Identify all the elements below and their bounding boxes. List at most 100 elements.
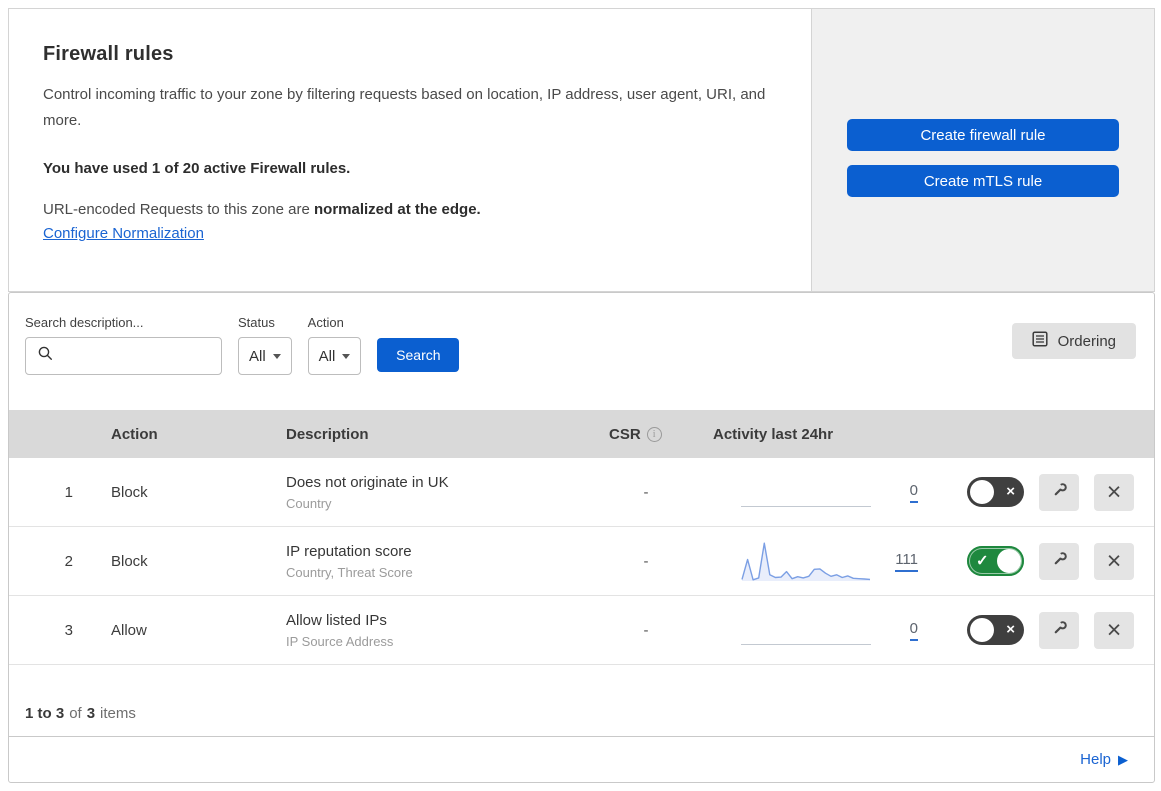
action-dropdown-value: All	[318, 347, 336, 365]
page-description: Control incoming traffic to your zone by…	[43, 86, 766, 130]
delete-rule-button[interactable]: ×	[1094, 542, 1134, 580]
activity-flatline	[741, 643, 871, 645]
edit-rule-button[interactable]	[1039, 542, 1079, 580]
normalization-note: URL-encoded Requests to this zone are no…	[43, 201, 777, 218]
help-arrow-icon: ▶	[1118, 751, 1128, 767]
wrench-icon	[1050, 619, 1069, 641]
sparkline-chart	[741, 542, 871, 581]
table-row: 1 Block Does not originate in UK Country…	[9, 458, 1154, 527]
rule-csr-value: -	[643, 483, 649, 501]
intro-card: Firewall rules Control incoming traffic …	[8, 8, 812, 292]
search-icon	[37, 345, 54, 367]
page-title: Firewall rules	[43, 43, 174, 65]
rule-action: Block	[111, 552, 148, 570]
rule-number: 2	[64, 552, 73, 570]
rule-number: 3	[64, 621, 73, 639]
rule-csr-value: -	[643, 621, 649, 639]
column-description: Description	[286, 425, 369, 443]
range-text: 1 to 3	[25, 705, 65, 722]
close-icon: ×	[1106, 546, 1122, 575]
column-csr-label: CSR	[609, 425, 641, 443]
activity-flatline	[741, 505, 871, 507]
rule-fields: IP Source Address	[286, 633, 394, 649]
info-icon[interactable]: i	[646, 426, 662, 442]
rule-fields: Country, Threat Score	[286, 564, 413, 580]
rule-number: 1	[64, 483, 73, 501]
toggle-knob	[970, 618, 994, 642]
rule-action: Allow	[111, 621, 147, 639]
activity-count-link[interactable]: 111	[895, 551, 918, 572]
rule-controls: × ×	[967, 473, 1154, 511]
rule-title: Allow listed IPs	[286, 611, 387, 629]
wrench-icon	[1050, 481, 1069, 503]
search-input[interactable]	[25, 337, 222, 375]
table-row: 3 Allow Allow listed IPs IP Source Addre…	[9, 596, 1154, 665]
chevron-down-icon	[342, 353, 351, 359]
column-action: Action	[111, 425, 158, 443]
status-dropdown[interactable]: All	[238, 337, 292, 375]
search-group: Search description...	[25, 315, 222, 375]
normalization-bold: normalized at the edge.	[314, 200, 481, 218]
rule-fields: Country	[286, 495, 332, 511]
rule-enable-toggle[interactable]: ✓	[967, 546, 1024, 576]
edit-rule-button[interactable]	[1039, 473, 1079, 511]
delete-rule-button[interactable]: ×	[1094, 473, 1134, 511]
configure-normalization-link[interactable]: Configure Normalization	[43, 225, 204, 242]
create-mtls-rule-button[interactable]: Create mTLS rule	[847, 165, 1119, 197]
status-label: Status	[238, 315, 275, 330]
top-band: Firewall rules Control incoming traffic …	[8, 8, 1155, 292]
rule-enable-toggle[interactable]: ×	[967, 615, 1024, 645]
status-dropdown-value: All	[249, 347, 266, 365]
column-activity: Activity last 24hr	[713, 425, 834, 443]
toggle-knob	[970, 480, 994, 504]
rules-card: Search description... Status All Action …	[8, 292, 1155, 783]
action-label: Action	[307, 315, 344, 330]
delete-rule-button[interactable]: ×	[1094, 611, 1134, 649]
activity-count-link[interactable]: 0	[909, 482, 918, 503]
edit-rule-button[interactable]	[1039, 611, 1079, 649]
activity-sparkline-empty	[741, 478, 871, 507]
action-filter-group: Action All	[307, 315, 362, 375]
normalization-text: URL-encoded Requests to this zone are	[43, 200, 314, 218]
close-icon: ×	[1106, 615, 1122, 644]
rule-title: IP reputation score	[286, 542, 412, 560]
rule-description: Allow listed IPs IP Source Address	[286, 612, 603, 649]
toggle-state-icon: ✓	[976, 552, 989, 570]
wrench-icon	[1050, 550, 1069, 572]
rule-enable-toggle[interactable]: ×	[967, 477, 1024, 507]
activity-sparkline-empty	[741, 616, 871, 645]
help-row: Help ▶	[9, 736, 1154, 782]
rule-title: Does not originate in UK	[286, 473, 449, 491]
firewall-rules-page: Firewall rules Control incoming traffic …	[0, 0, 1161, 791]
help-link[interactable]: Help	[1080, 751, 1111, 768]
rule-activity: 0	[689, 478, 924, 507]
rule-controls: ✓ ×	[967, 542, 1154, 580]
cta-panel: Create firewall rule Create mTLS rule	[812, 8, 1155, 292]
toggle-knob	[997, 549, 1021, 573]
chevron-down-icon	[272, 353, 281, 359]
of-text: of	[69, 705, 82, 722]
create-firewall-rule-button[interactable]: Create firewall rule	[847, 119, 1119, 151]
action-dropdown[interactable]: All	[307, 337, 362, 375]
total-text: 3	[86, 705, 96, 722]
ordering-button[interactable]: Ordering	[1011, 323, 1136, 359]
status-filter-group: Status All	[238, 315, 292, 375]
toggle-state-icon: ×	[1006, 621, 1015, 639]
activity-sparkline	[741, 538, 871, 584]
rule-csr-value: -	[643, 552, 649, 570]
table-header: Action Description CSR i Activity last 2…	[9, 410, 1154, 458]
rule-activity: 111	[689, 538, 924, 584]
rule-description: Does not originate in UK Country	[286, 474, 603, 511]
activity-count-link[interactable]: 0	[909, 620, 918, 641]
rule-action: Block	[111, 483, 148, 501]
search-button[interactable]: Search	[377, 338, 460, 372]
pagination-summary: 1 to 3 of 3 items	[9, 665, 1154, 736]
usage-summary: You have used 1 of 20 active Firewall ru…	[43, 159, 351, 177]
items-text: items	[100, 705, 136, 722]
rule-activity: 0	[689, 616, 924, 645]
search-label: Search description...	[25, 315, 144, 330]
toggle-state-icon: ×	[1006, 483, 1015, 501]
filter-bar: Search description... Status All Action …	[9, 293, 1154, 410]
table-row: 2 Block IP reputation score Country, Thr…	[9, 527, 1154, 596]
column-csr: CSR i	[603, 426, 689, 443]
